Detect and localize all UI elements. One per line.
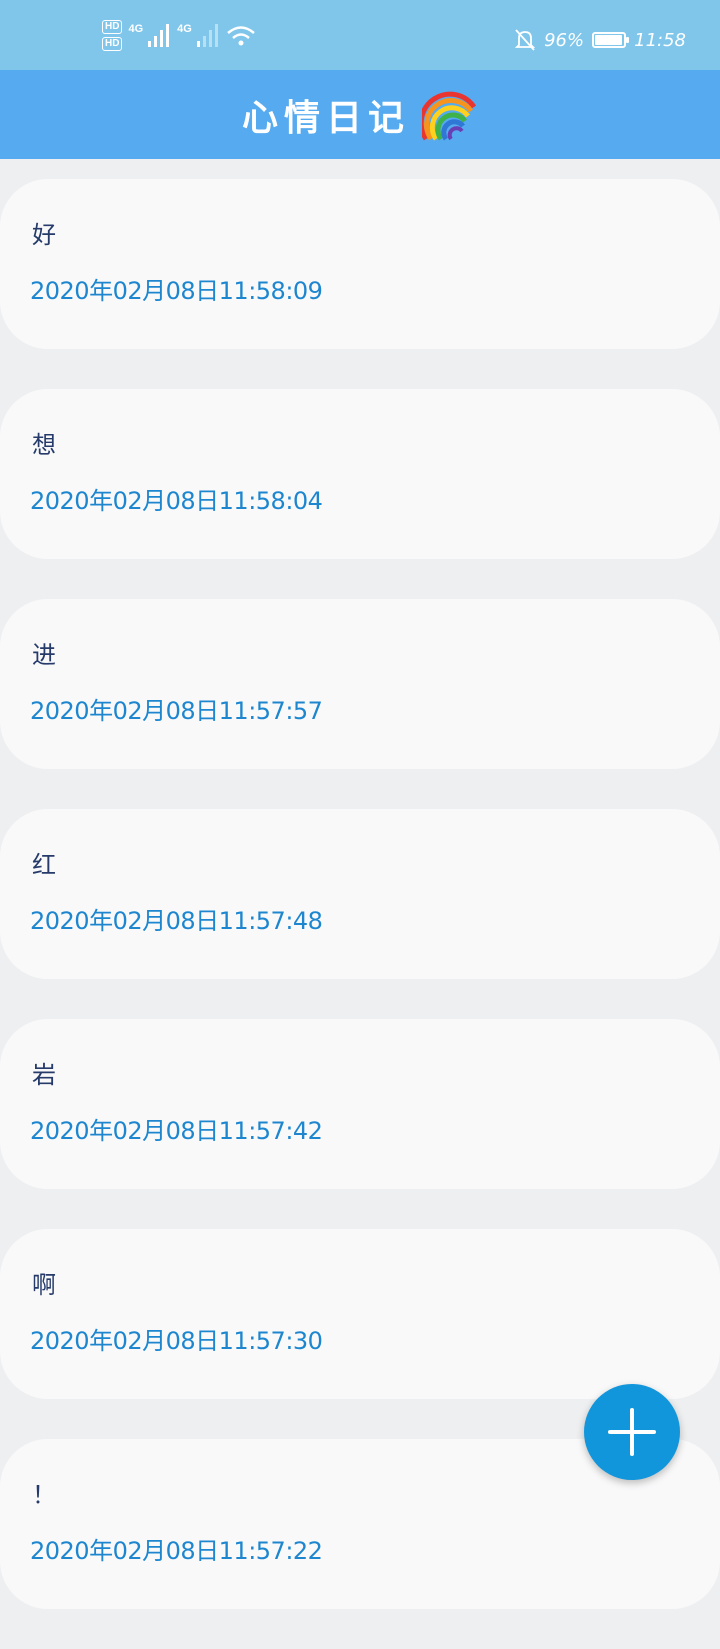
signal-strength-weak-icon	[196, 23, 218, 47]
app-bar: 心情日记	[0, 70, 720, 159]
add-entry-button[interactable]	[584, 1384, 680, 1480]
app-title: 心情日记	[241, 96, 410, 139]
entry-date: 2020年02月08日11:58:04	[30, 487, 323, 515]
clock: 11:58	[634, 29, 686, 51]
battery-level-fill	[595, 35, 622, 45]
entry-title: 想	[32, 431, 56, 459]
entry-date: 2020年02月08日11:57:48	[30, 907, 323, 935]
network-type-1: 4G	[128, 22, 144, 35]
entry-date: 2020年02月08日11:57:22	[30, 1537, 323, 1565]
battery-percentage: 96%	[544, 29, 585, 51]
rainbow-icon	[422, 91, 477, 141]
signal-strength-icon	[148, 23, 170, 47]
diary-entry-card[interactable]: 啊 2020年02月08日11:57:30	[0, 1229, 720, 1399]
entry-date: 2020年02月08日11:58:09	[30, 277, 323, 305]
status-left-icons: HD HD 4G 4G	[102, 20, 256, 51]
diary-entry-card[interactable]: 红 2020年02月08日11:57:48	[0, 809, 720, 979]
diary-entry-card[interactable]: 想 2020年02月08日11:58:04	[0, 389, 720, 559]
wifi-icon	[227, 25, 255, 45]
entry-title: 岩	[32, 1061, 56, 1089]
diary-entry-card[interactable]: 岩 2020年02月08日11:57:42	[0, 1019, 720, 1189]
status-bar: HD HD 4G 4G 96% 11:58	[0, 0, 720, 70]
entry-date: 2020年02月08日11:57:42	[30, 1117, 323, 1145]
entry-title: 进	[32, 641, 56, 669]
entry-title: 红	[32, 851, 56, 879]
diary-entry-card[interactable]: 好 2020年02月08日11:58:09	[0, 179, 720, 349]
entry-title: 啊	[32, 1271, 56, 1299]
entry-title: 好	[32, 221, 56, 249]
hd-badges: HD HD	[102, 20, 123, 51]
bell-muted-icon	[514, 29, 536, 51]
status-right-icons: 96% 11:58	[514, 28, 686, 52]
network-type-2: 4G	[177, 22, 192, 35]
hd-badge-1: HD	[102, 20, 123, 34]
entry-date: 2020年02月08日11:57:57	[30, 697, 323, 725]
entry-title: ！	[32, 1481, 56, 1509]
hd-badge-2: HD	[102, 37, 123, 51]
diary-entry-card[interactable]: 进 2020年02月08日11:57:57	[0, 599, 720, 769]
battery-icon	[592, 32, 630, 48]
plus-icon	[608, 1408, 656, 1456]
entry-date: 2020年02月08日11:57:30	[30, 1327, 323, 1355]
